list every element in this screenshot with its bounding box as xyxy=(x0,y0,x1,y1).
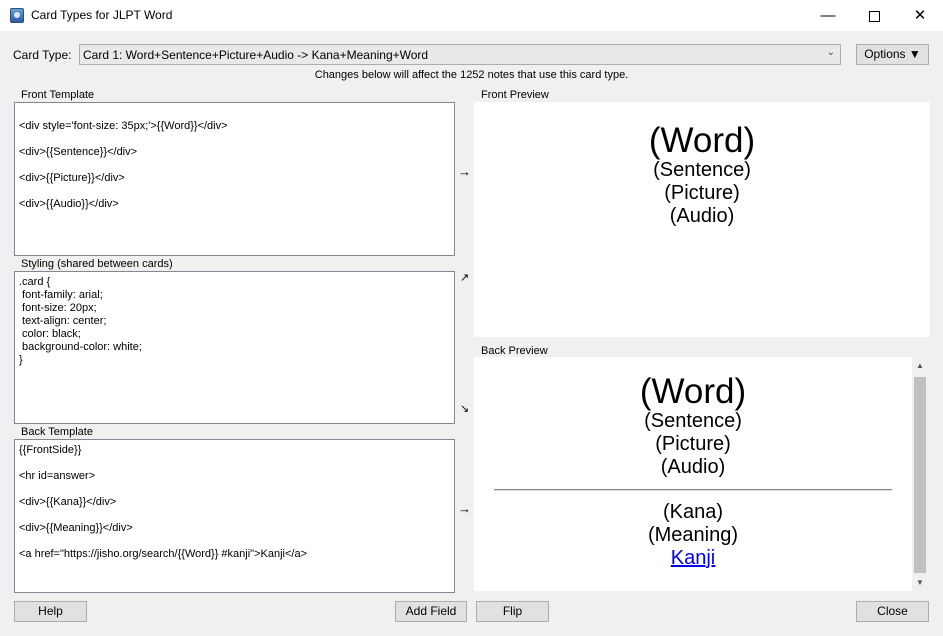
preview-sentence: (Sentence) xyxy=(644,410,742,432)
styling-line: font-size: 20px; xyxy=(19,302,97,314)
back-template-line: <div>{{Kana}}</div> xyxy=(19,496,117,508)
close-icon: ✕ xyxy=(913,7,927,24)
card-type-value: Card 1: Word+Sentence+Picture+Audio -> K… xyxy=(83,48,429,62)
front-template-line xyxy=(19,185,450,198)
answer-divider xyxy=(494,489,892,491)
back-arrow-icon: → xyxy=(458,501,471,516)
back-template-line: <a href="https://jisho.org/search/{{Word… xyxy=(19,548,307,560)
preview-word: (Word) xyxy=(648,121,756,160)
back-preview-title: Back Preview xyxy=(480,345,549,357)
front-template-line: <div>{{Sentence}}</div> xyxy=(19,146,138,158)
window-title: Card Types for JLPT Word xyxy=(31,8,173,22)
front-template-line xyxy=(19,133,450,146)
scroll-down-icon[interactable]: ▼ xyxy=(912,578,928,587)
minimize-button[interactable]: — xyxy=(805,0,851,31)
add-field-button[interactable]: Add Field xyxy=(395,601,467,622)
card-type-select[interactable]: Card 1: Word+Sentence+Picture+Audio -> K… xyxy=(79,44,841,65)
styling-line: .card { xyxy=(19,276,51,288)
styling-line: } xyxy=(19,354,23,366)
back-preview-scrollbar[interactable]: ▲ ▼ xyxy=(912,357,928,591)
preview-meaning: (Meaning) xyxy=(647,524,739,546)
card-type-label: Card Type: xyxy=(13,48,72,62)
back-template-line xyxy=(19,457,450,470)
preview-kana: (Kana) xyxy=(662,501,724,523)
back-preview-pane: (Word) (Sentence) (Picture) (Audio) (Kan… xyxy=(474,357,912,591)
preview-word: (Word) xyxy=(639,372,747,411)
flip-button[interactable]: Flip xyxy=(476,601,549,622)
front-arrow-icon: → xyxy=(458,164,471,179)
back-template-editor[interactable]: {{FrontSide}} <hr id=answer> <div>{{Kana… xyxy=(14,439,455,593)
preview-sentence: (Sentence) xyxy=(653,159,751,181)
chevron-down-icon: ⌄ xyxy=(826,47,835,58)
preview-audio: (Audio) xyxy=(660,456,726,478)
minimize-icon: — xyxy=(820,7,836,24)
title-bar: Card Types for JLPT Word — ✕ xyxy=(0,0,943,31)
notes-affected-notice: Changes below will affect the 1252 notes… xyxy=(314,69,629,81)
front-template-line: <div>{{Audio}}</div> xyxy=(19,198,119,210)
options-button[interactable]: Options ▼ xyxy=(856,44,929,65)
help-button[interactable]: Help xyxy=(14,601,87,622)
close-window-button[interactable]: ✕ xyxy=(897,0,943,31)
preview-picture: (Picture) xyxy=(664,182,740,204)
front-template-line: <div>{{Picture}}</div> xyxy=(19,172,125,184)
anki-app-icon xyxy=(10,8,24,23)
scroll-up-icon[interactable]: ▲ xyxy=(912,361,928,370)
preview-audio: (Audio) xyxy=(669,205,735,227)
kanji-link[interactable]: Kanji xyxy=(474,547,912,570)
styling-line: color: black; xyxy=(19,328,81,340)
back-template-title: Back Template xyxy=(20,426,94,438)
front-template-line xyxy=(19,159,450,172)
close-button[interactable]: Close xyxy=(856,601,929,622)
front-template-editor[interactable]: <div style='font-size: 35px;'>{{Word}}</… xyxy=(14,102,455,256)
preview-picture: (Picture) xyxy=(655,433,731,455)
styling-down-arrow-icon: ↘ xyxy=(460,403,470,415)
styling-title: Styling (shared between cards) xyxy=(20,258,174,270)
back-template-line: <hr id=answer> xyxy=(19,470,96,482)
back-template-line xyxy=(19,483,450,496)
front-template-line: <div style='font-size: 35px;'>{{Word}}</… xyxy=(19,120,228,132)
back-template-line: {{FrontSide}} xyxy=(19,444,82,456)
back-template-line xyxy=(19,535,450,548)
styling-line: background-color: white; xyxy=(19,341,142,353)
scroll-thumb[interactable] xyxy=(914,377,926,573)
styling-editor[interactable]: .card { font-family: arial; font-size: 2… xyxy=(14,271,455,424)
styling-line: text-align: center; xyxy=(19,315,107,327)
styling-up-arrow-icon: ↗ xyxy=(460,272,470,284)
styling-line: font-family: arial; xyxy=(19,289,103,301)
maximize-icon xyxy=(868,10,880,22)
back-template-line xyxy=(19,509,450,522)
front-preview-title: Front Preview xyxy=(480,89,550,101)
maximize-button[interactable] xyxy=(851,0,897,31)
front-template-title: Front Template xyxy=(20,89,96,101)
back-template-line: <div>{{Meaning}}</div> xyxy=(19,522,133,534)
front-template-line xyxy=(19,107,450,120)
front-preview-pane: (Word) (Sentence) (Picture) (Audio) xyxy=(474,102,930,337)
